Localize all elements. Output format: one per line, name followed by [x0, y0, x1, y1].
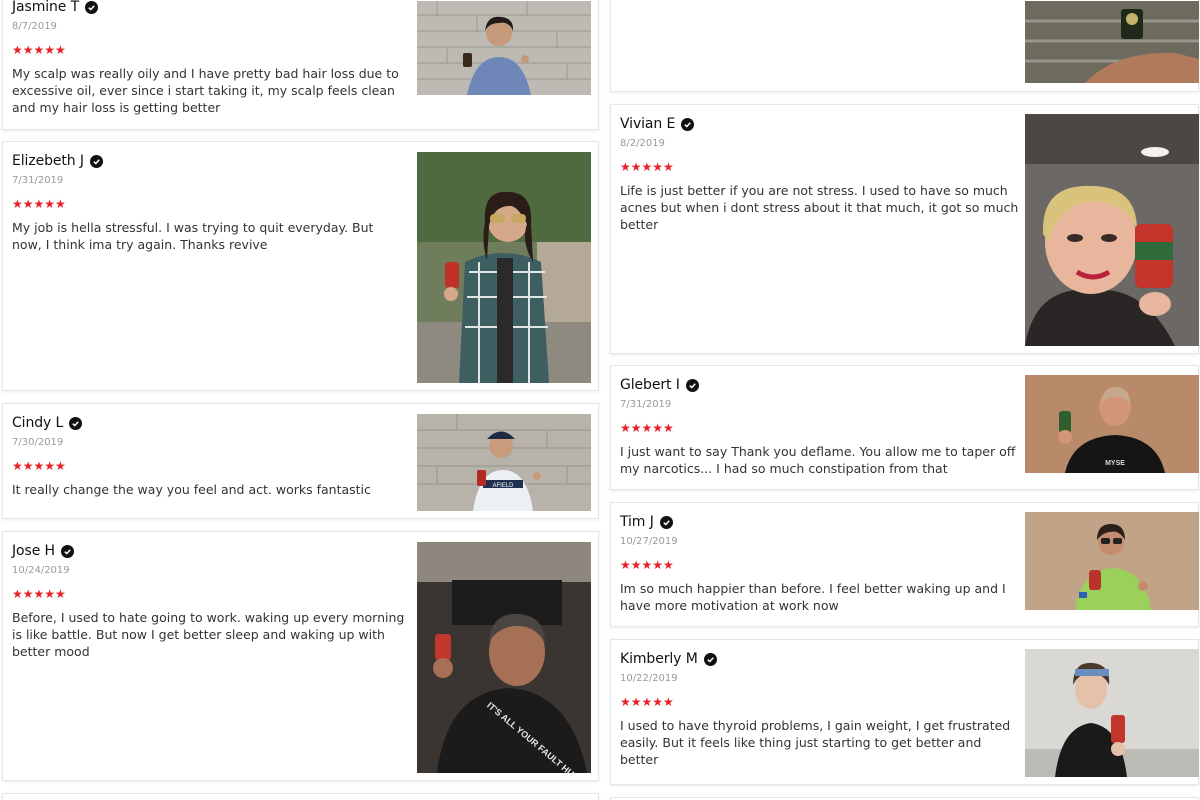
verified-check-icon	[85, 0, 99, 14]
star-rating: ★★★★★	[620, 421, 674, 435]
reviewer-name: Elizebeth J	[12, 153, 84, 169]
star-rating: ★★★★★	[12, 197, 66, 211]
shirt-print: AFIELD	[492, 483, 514, 489]
shirt-print: MYSE	[1105, 460, 1125, 467]
review-date: 7/30/2019	[12, 437, 64, 448]
review-photo[interactable]	[1025, 1, 1199, 83]
reviewer-name: Kimberly M	[620, 651, 698, 667]
review-date: 8/2/2019	[620, 138, 665, 149]
verified-check-icon	[89, 154, 103, 168]
review-text: I used to have thyroid problems, I gain …	[620, 718, 1011, 767]
reviewer-name: Cindy L	[12, 415, 64, 431]
verified-check-icon	[681, 117, 695, 131]
review-date: 10/22/2019	[620, 673, 678, 684]
star-rating: ★★★★★	[620, 695, 674, 709]
review-text: Before, I used to hate going to work. wa…	[12, 610, 405, 659]
review-text: Im so much happier than before. I feel b…	[620, 581, 1006, 613]
review-photo[interactable]	[1025, 649, 1199, 777]
reviewer-name: Jose H	[12, 543, 55, 559]
review-card-jasmine: Jasmine T 8/7/2019 ★★★★★ My scalp was re…	[2, 0, 599, 130]
review-card-jose: Jose H 10/24/2019 ★★★★★ Before, I used t…	[2, 531, 599, 781]
reviewer-name: Jasmine T	[12, 0, 80, 15]
star-rating: ★★★★★	[12, 587, 66, 601]
verified-check-icon	[69, 416, 83, 430]
review-text: Life is just better if you are not stres…	[620, 183, 1019, 232]
review-card-glebert: Glebert I 7/31/2019 ★★★★★ I just want to…	[610, 365, 1199, 490]
review-photo[interactable]: IT'S ALL YOUR FAULT HUGH JACKMAN	[417, 542, 591, 773]
verified-check-icon	[703, 652, 717, 666]
review-date: 7/31/2019	[620, 399, 672, 410]
review-photo[interactable]	[417, 152, 591, 383]
reviewer-name: Glebert I	[620, 377, 680, 393]
review-card-cindy: Cindy L 7/30/2019 ★★★★★ It really change…	[2, 403, 599, 519]
review-card-kimberly: Kimberly M 10/22/2019 ★★★★★ I used to ha…	[610, 639, 1199, 785]
review-card-partial-top-right	[610, 0, 1199, 92]
review-date: 7/31/2019	[12, 175, 64, 186]
review-text: I just want to say Thank you deflame. Yo…	[620, 444, 1016, 476]
review-text: My scalp was really oily and I have pret…	[12, 66, 399, 115]
reviewer-name: Tim J	[620, 514, 654, 530]
review-card-elizebeth: Elizebeth J 7/31/2019 ★★★★★ My job is he…	[2, 141, 599, 391]
review-date: 8/7/2019	[12, 21, 57, 32]
verified-check-icon	[60, 544, 74, 558]
review-date: 10/27/2019	[620, 536, 678, 547]
review-card-partial-bottom-left	[2, 793, 599, 800]
star-rating: ★★★★★	[620, 160, 674, 174]
star-rating: ★★★★★	[620, 558, 674, 572]
reviewer-name: Vivian E	[620, 116, 676, 132]
star-rating: ★★★★★	[12, 43, 66, 57]
review-text: It really change the way you feel and ac…	[12, 482, 371, 497]
review-card-vivian: Vivian E 8/2/2019 ★★★★★ Life is just bet…	[610, 104, 1199, 354]
review-date: 10/24/2019	[12, 565, 70, 576]
star-rating: ★★★★★	[12, 459, 66, 473]
review-photo[interactable]	[1025, 512, 1199, 610]
review-text: My job is hella stressful. I was trying …	[12, 220, 374, 252]
verified-check-icon	[685, 378, 699, 392]
review-card-tim: Tim J 10/27/2019 ★★★★★ Im so much happie…	[610, 502, 1199, 627]
review-photo[interactable]	[417, 1, 591, 95]
review-photo[interactable]: MYSE	[1025, 375, 1199, 473]
review-photo[interactable]	[1025, 114, 1199, 346]
review-photo[interactable]: AFIELD	[417, 414, 591, 511]
verified-check-icon	[659, 515, 673, 529]
